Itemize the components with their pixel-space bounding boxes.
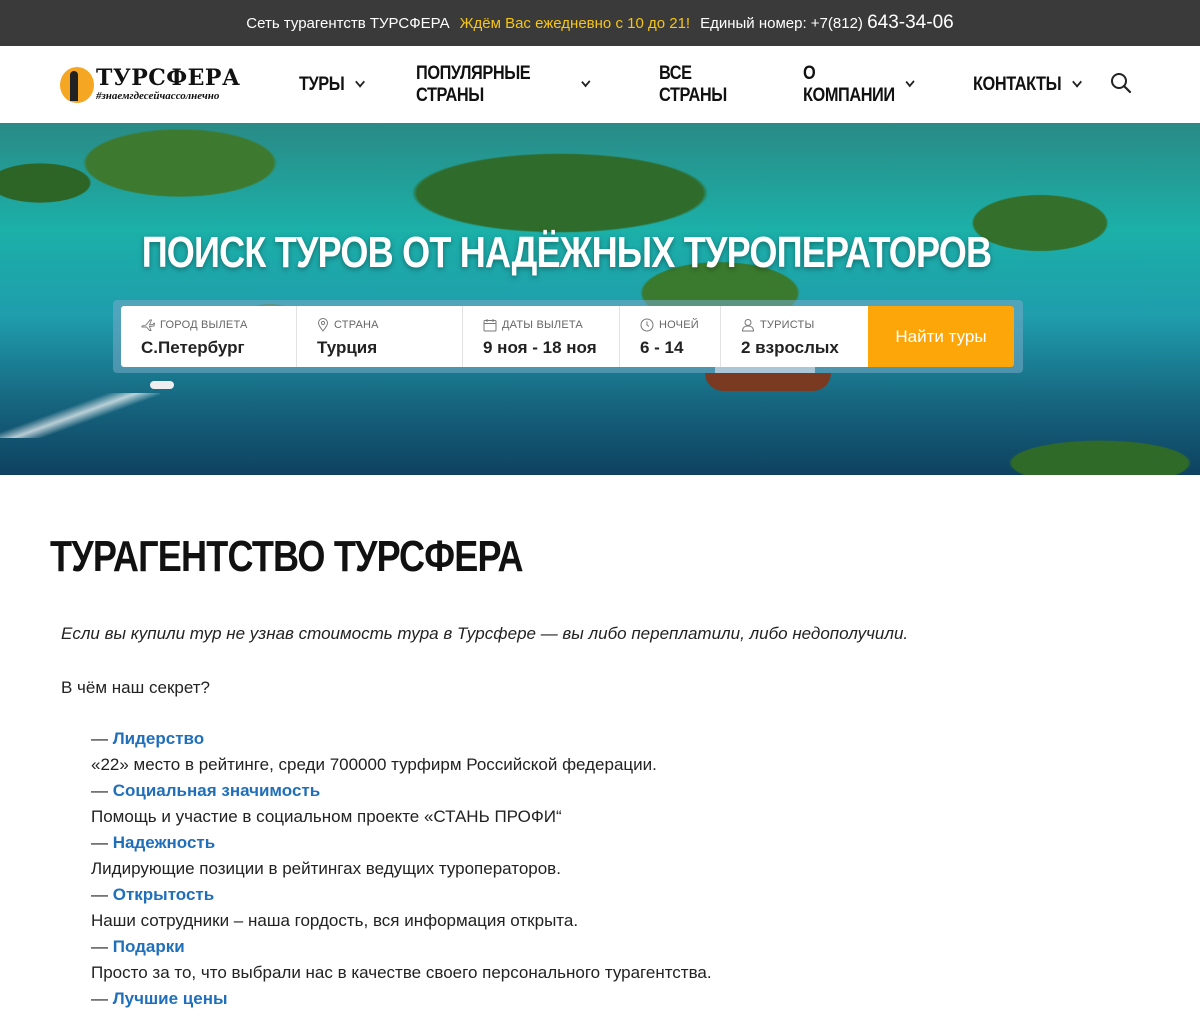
plane-icon (141, 319, 155, 331)
main-nav: Туры Популярные страны Все страны О комп… (299, 63, 1140, 107)
list-item: — Социальная значимость Помощь и участие… (91, 778, 1200, 830)
main-content: Турагентство ТУРСФЕРА Если вы купили тур… (0, 475, 1200, 1012)
feature-description: Помощь и участие в социальном проекте «С… (91, 807, 562, 826)
nav-item-label: О компании (802, 62, 895, 106)
departure-value: С.Петербург (141, 338, 245, 357)
list-item: — Лидерство «22» место в рейтинге, среди… (91, 726, 1200, 778)
nav-item-popular-countries[interactable]: Популярные страны (415, 62, 590, 107)
dates-label: Даты вылета (502, 319, 583, 331)
nights-value: 6 - 14 (640, 338, 684, 357)
clock-icon (640, 318, 654, 332)
working-hours: Ждём Вас ежедневно с 10 до 21! (459, 14, 691, 32)
feature-link-best-prices[interactable]: Лучшие цены (113, 989, 228, 1008)
nav-item-label: Туры (298, 73, 345, 95)
dash: — (91, 833, 108, 852)
tourists-label: Туристы (760, 319, 815, 331)
chevron-down-icon (905, 76, 916, 88)
phone-label: Единый номер: +7(812) (700, 15, 863, 32)
logo[interactable]: ТУРСФЕРА #знаемгдесейчассолнечно (60, 65, 271, 103)
user-icon (741, 319, 755, 332)
calendar-icon (483, 319, 497, 332)
location-pin-icon (317, 318, 329, 332)
dash: — (91, 781, 108, 800)
dash: — (91, 885, 108, 904)
dash: — (91, 729, 108, 748)
top-bar: Сеть турагентств ТУРСФЕРА Ждём Вас ежедн… (0, 0, 1200, 46)
nav-item-all-countries[interactable]: Все страны (659, 63, 747, 107)
logo-tagline: #знаемгдесейчассолнечно (96, 90, 220, 102)
hero-title: Поиск туров от надёжных туроператоров (141, 228, 992, 277)
list-item: — Открытость Наши сотрудники – наша горд… (91, 882, 1200, 934)
search-icon[interactable] (1110, 72, 1134, 96)
ship (705, 365, 831, 391)
tourists-field[interactable]: Туристы 2 взрослых (721, 306, 868, 367)
list-item: — Лучшие цены (91, 986, 1200, 1012)
chevron-down-icon (354, 76, 365, 88)
speedboat (150, 381, 174, 389)
nav-item-about[interactable]: О компании (802, 62, 916, 107)
feature-description: Наши сотрудники – наша гордость, вся инф… (91, 911, 579, 930)
feature-description: Просто за то, что выбрали нас в качестве… (91, 963, 712, 982)
nav-item-label: Все страны (658, 62, 727, 106)
site-header: ТУРСФЕРА #знаемгдесейчассолнечно Туры По… (0, 46, 1200, 123)
intro-text: Если вы купили тур не узнав стоимость ту… (61, 624, 909, 643)
departure-city-field[interactable]: Город вылета С.Петербург (121, 306, 297, 367)
nav-item-label: Контакты (973, 73, 1062, 95)
feature-link-social[interactable]: Социальная значимость (113, 781, 320, 800)
page-title: Турагентство ТУРСФЕРА (50, 532, 524, 581)
country-label: Страна (334, 319, 379, 331)
network-name: Сеть турагентств ТУРСФЕРА (246, 14, 450, 32)
tour-search-form: Город вылета С.Петербург Страна Турция Д… (113, 300, 1023, 373)
chevron-down-icon (580, 76, 590, 88)
find-tours-button[interactable]: Найти туры (868, 306, 1014, 367)
departure-label: Город вылета (160, 319, 248, 331)
nav-item-contacts[interactable]: Контакты (973, 73, 1082, 96)
list-item: — Подарки Просто за то, что выбрали нас … (91, 934, 1200, 986)
feature-description: «22» место в рейтинге, среди 700000 турф… (91, 755, 657, 774)
hero-banner: Поиск туров от надёжных туроператоров Го… (0, 123, 1200, 475)
country-field[interactable]: Страна Турция (297, 306, 463, 367)
nights-label: Ночей (659, 319, 699, 331)
feature-link-openness[interactable]: Открытость (113, 885, 214, 904)
list-item: — Надежность Лидирующие позиции в рейтин… (91, 830, 1200, 882)
chevron-down-icon (1072, 76, 1082, 88)
features-list: — Лидерство «22» место в рейтинге, среди… (91, 726, 1200, 1012)
dash: — (91, 937, 108, 956)
feature-link-reliability[interactable]: Надежность (113, 833, 215, 852)
dates-value: 9 ноя - 18 ноя (483, 338, 597, 357)
country-value: Турция (317, 338, 378, 357)
feature-link-gifts[interactable]: Подарки (113, 937, 185, 956)
secret-question: В чём наш секрет? (61, 678, 210, 697)
tourists-value: 2 взрослых (741, 338, 839, 357)
phone-link[interactable]: Единый номер: +7(812) 643-34-06 (700, 12, 954, 34)
departure-dates-field[interactable]: Даты вылета 9 ноя - 18 ноя (463, 306, 620, 367)
dash: — (91, 989, 108, 1008)
nights-field[interactable]: Ночей 6 - 14 (620, 306, 721, 367)
nav-item-label: Популярные страны (415, 62, 531, 106)
feature-description: Лидирующие позиции в рейтингах ведущих т… (91, 859, 561, 878)
logo-name: ТУРСФЕРА (96, 65, 241, 91)
phone-number: 643-34-06 (867, 12, 954, 33)
nav-item-tours[interactable]: Туры (298, 73, 365, 96)
feature-link-leadership[interactable]: Лидерство (113, 729, 204, 748)
giraffe-logo-icon (60, 66, 94, 103)
boat-wake (0, 393, 160, 438)
